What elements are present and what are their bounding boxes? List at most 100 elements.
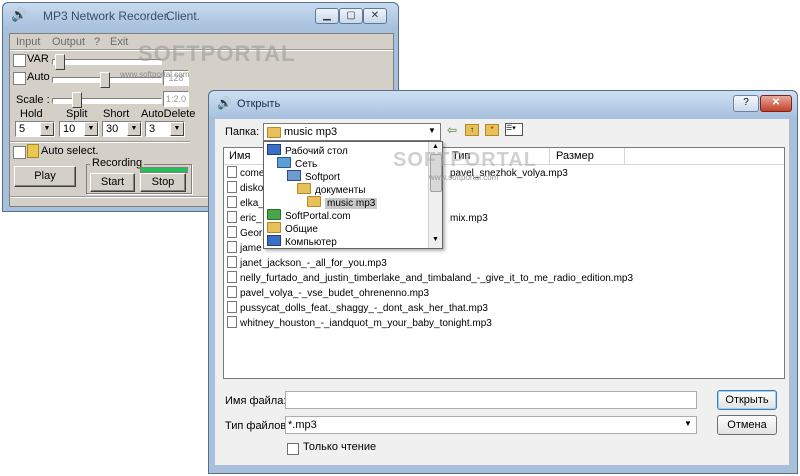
file-name: jame <box>240 243 262 254</box>
menu-exit[interactable]: Exit <box>110 36 128 48</box>
filetype-select[interactable]: *.mp3 ▼ <box>285 416 697 434</box>
maximize-button[interactable]: ▢ <box>339 8 363 24</box>
file-name: pussycat_dolls_feat._shaggy_-_dont_ask_h… <box>240 303 488 314</box>
stop-button[interactable]: Stop <box>140 173 186 192</box>
recorder-subtitle: Client. <box>166 9 201 23</box>
var-checkbox[interactable] <box>13 54 26 67</box>
auto-slider-thumb[interactable] <box>100 72 110 88</box>
view-menu-icon[interactable]: ☰▾ <box>505 123 523 136</box>
file-icon <box>227 196 237 208</box>
list-item[interactable]: jame <box>227 241 262 256</box>
file-icon <box>227 226 237 238</box>
watermark-url: www.softportal.com <box>120 70 190 79</box>
hold-dropdown-arrow[interactable]: ▼ <box>40 122 54 136</box>
short-dropdown-arrow[interactable]: ▼ <box>127 122 141 136</box>
file-icon <box>227 286 237 298</box>
autodelete-value: 3 <box>149 123 156 135</box>
list-item[interactable]: pavel_volya_-_vse_budet_ohrenenno.mp3 <box>227 286 429 301</box>
autodelete-dropdown-arrow[interactable]: ▼ <box>170 122 184 136</box>
scale-value-box: 1:2.0 <box>163 91 189 107</box>
scale-slider-thumb[interactable] <box>72 92 82 108</box>
folder-label: Папка: <box>225 126 260 138</box>
dialog-titlebar[interactable]: 🔊 Открыть ? ✕ <box>209 91 797 117</box>
menu-output[interactable]: Output <box>52 36 85 48</box>
file-icon <box>227 241 237 253</box>
tree-label: документы <box>315 185 366 196</box>
filename-input[interactable] <box>285 391 697 409</box>
file-name: Geor <box>240 228 263 239</box>
dialog-client: Папка: music mp3 ▼ ⇦ ↑ * ☰▾ Имя Тип Разм… <box>215 119 789 465</box>
scroll-down-icon[interactable]: ▼ <box>432 236 439 243</box>
list-item[interactable]: Geor <box>227 226 262 241</box>
help-button[interactable]: ? <box>733 95 759 112</box>
filename-label: Имя файла: <box>225 395 287 407</box>
tree-item-computer[interactable]: Компьютер <box>267 235 337 250</box>
hold-value: 5 <box>19 123 26 135</box>
open-dialog: 🔊 Открыть ? ✕ Папка: music mp3 ▼ ⇦ ↑ * ☰… <box>208 90 798 474</box>
new-folder-icon[interactable]: * <box>485 124 499 136</box>
chevron-down-icon[interactable]: ▼ <box>684 419 692 428</box>
var-slider-thumb[interactable] <box>55 54 65 70</box>
app-speaker-icon: 🔊 <box>11 7 28 22</box>
scale-slider-track[interactable] <box>52 98 162 104</box>
recorder-titlebar[interactable]: 🔊 MP3 Network Recorder. Client. ▁ ▢ ✕ <box>3 3 398 29</box>
var-label: VAR <box>27 53 49 65</box>
start-button[interactable]: Start <box>90 173 135 192</box>
tree-label: SoftPortal.com <box>285 211 351 222</box>
file-name: whitney_houston_-_iandquot_m_your_baby_t… <box>240 318 492 329</box>
column-divider[interactable] <box>549 148 550 164</box>
column-size[interactable]: Размер <box>556 150 594 162</box>
up-folder-icon[interactable]: ↑ <box>465 124 479 136</box>
folder-combo[interactable]: music mp3 ▼ <box>263 123 441 141</box>
tree-label: Рабочий стол <box>285 146 348 157</box>
folder-icon <box>267 222 281 233</box>
column-divider[interactable] <box>624 148 625 164</box>
chevron-down-icon[interactable]: ▼ <box>428 126 436 135</box>
open-button[interactable]: Открыть <box>717 390 777 410</box>
list-item[interactable]: eric_ <box>227 211 262 226</box>
dialog-close-button[interactable]: ✕ <box>760 95 792 112</box>
list-item[interactable]: nelly_furtado_and_justin_timberlake_and_… <box>227 271 633 286</box>
computer-icon <box>267 235 281 246</box>
cancel-button[interactable]: Отмена <box>717 415 777 435</box>
auto-checkbox[interactable] <box>13 72 26 85</box>
auto-select-separator <box>10 141 190 143</box>
minimize-button[interactable]: ▁ <box>315 8 339 24</box>
readonly-label: Только чтение <box>303 441 377 453</box>
tree-label: music mp3 <box>325 198 378 209</box>
close-button[interactable]: ✕ <box>363 8 387 24</box>
split-dropdown-arrow[interactable]: ▼ <box>84 122 98 136</box>
file-name: elka_ <box>240 198 264 209</box>
list-item[interactable]: elka_ <box>227 196 264 211</box>
list-item[interactable]: disko <box>227 181 263 196</box>
list-item[interactable]: whitney_houston_-_iandquot_m_your_baby_t… <box>227 316 492 331</box>
hold-label: Hold <box>20 108 43 120</box>
current-folder: music mp3 <box>284 126 338 138</box>
list-item[interactable]: come <box>227 166 264 181</box>
readonly-checkbox[interactable] <box>287 443 299 455</box>
network-icon <box>277 157 291 168</box>
play-button[interactable]: Play <box>14 166 76 187</box>
file-icon <box>227 181 237 193</box>
back-icon[interactable]: ⇦ <box>447 123 457 137</box>
autodelete-label: AutoDelete <box>141 108 196 120</box>
desktop-icon <box>267 144 281 155</box>
file-icon <box>227 271 237 283</box>
tree-label: Общие <box>285 224 318 235</box>
auto-select-checkbox[interactable] <box>13 146 26 159</box>
menu-input[interactable]: Input <box>16 36 40 48</box>
computer-icon <box>287 170 301 181</box>
list-item[interactable]: pussycat_dolls_feat._shaggy_-_dont_ask_h… <box>227 301 488 316</box>
scale-label: Scale : <box>16 94 50 106</box>
menu-help[interactable]: ? <box>94 36 100 48</box>
dialog-app-icon: 🔊 <box>217 96 232 110</box>
list-item[interactable]: janet_jackson_-_all_for_you.mp3 <box>227 256 387 271</box>
split-value: 10 <box>63 123 76 135</box>
short-value: 30 <box>106 123 119 135</box>
folder-icon <box>267 209 281 220</box>
file-name: disko <box>240 183 264 194</box>
column-name[interactable]: Имя <box>229 150 250 162</box>
split-label: Split <box>66 108 88 120</box>
file-icon <box>227 256 237 268</box>
tree-label: Softport <box>305 172 341 183</box>
